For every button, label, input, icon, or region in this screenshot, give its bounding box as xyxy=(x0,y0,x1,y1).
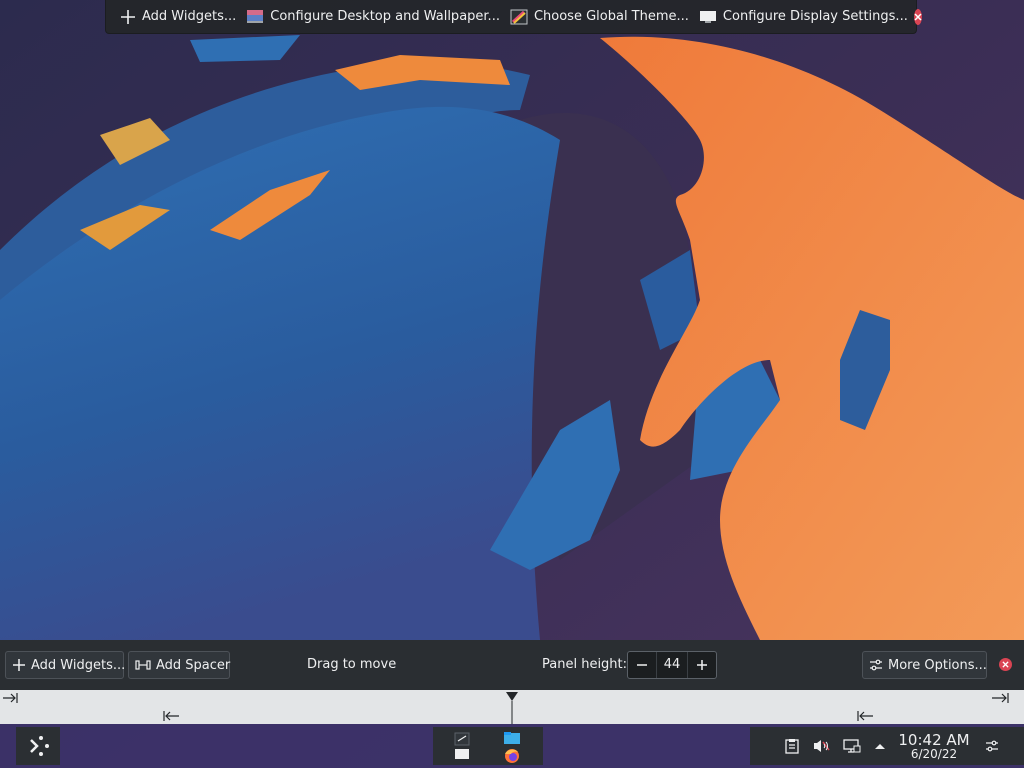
panel-height-label: Panel height: xyxy=(542,657,628,672)
minus-icon xyxy=(637,664,647,666)
system-tray xyxy=(750,727,1024,765)
panel-settings-icon[interactable] xyxy=(985,739,999,753)
clipboard-icon[interactable] xyxy=(784,738,800,754)
window-switcher-icon[interactable] xyxy=(453,731,471,761)
task-manager xyxy=(433,727,543,765)
close-panel-config-button[interactable] xyxy=(999,658,1012,671)
add-widgets-label: Add Widgets... xyxy=(142,9,237,24)
choose-global-theme-button[interactable]: Choose Global Theme... xyxy=(506,4,695,30)
global-theme-icon xyxy=(510,9,528,24)
kickoff-icon xyxy=(30,736,49,756)
more-options-label: More Options... xyxy=(888,657,987,673)
tray-expand-icon[interactable] xyxy=(874,742,886,750)
increase-height-button[interactable] xyxy=(688,652,716,678)
network-icon[interactable] xyxy=(843,738,861,754)
taskbar-panel xyxy=(0,724,1024,768)
plus-icon xyxy=(697,660,707,670)
panel-add-widgets-button[interactable]: Add Widgets... xyxy=(5,651,126,679)
panel-height-input[interactable]: 44 xyxy=(656,652,688,678)
left-min-length-handle[interactable] xyxy=(2,692,18,704)
dolphin-icon[interactable] xyxy=(503,731,521,745)
desktop-edit-toolbar: Add Widgets... Configure Desktop and Wal… xyxy=(105,0,922,34)
desktop-wallpaper-icon xyxy=(247,9,264,23)
panel-ruler xyxy=(0,690,1024,725)
desktop[interactable]: Add Widgets... Configure Desktop and Wal… xyxy=(0,0,1024,768)
volume-muted-icon[interactable] xyxy=(812,738,830,754)
add-spacer-label: Add Spacer xyxy=(156,657,231,673)
spacer-icon xyxy=(135,660,151,670)
close-edit-mode-button[interactable] xyxy=(913,8,922,25)
configure-display-settings-button[interactable]: Configure Display Settings... xyxy=(695,4,914,30)
application-launcher-button[interactable] xyxy=(16,727,60,765)
panel-config-bar: Add Widgets... Add Spacer Drag to move P… xyxy=(0,640,1024,690)
close-icon xyxy=(1002,661,1009,668)
plus-icon xyxy=(121,9,135,24)
right-min-length-handle[interactable] xyxy=(991,692,1009,704)
panel-offset-handle[interactable] xyxy=(504,691,520,725)
global-theme-label: Choose Global Theme... xyxy=(533,9,689,24)
left-max-length-handle[interactable] xyxy=(163,710,180,722)
panel-height-spinbox[interactable]: 44 xyxy=(627,651,717,679)
plus-icon xyxy=(13,659,25,671)
drag-to-move-label[interactable]: Drag to move xyxy=(307,657,396,672)
configure-desktop-button[interactable]: Configure Desktop and Wallpaper... xyxy=(242,4,506,30)
add-widgets-button[interactable]: Add Widgets... xyxy=(116,4,242,30)
decrease-height-button[interactable] xyxy=(628,652,656,678)
clock-date[interactable]: 6/20/22 xyxy=(897,747,971,761)
display-settings-icon xyxy=(699,10,716,23)
close-icon xyxy=(914,12,922,21)
more-options-icon xyxy=(870,659,882,671)
display-settings-label: Configure Display Settings... xyxy=(722,9,908,24)
add-spacer-button[interactable]: Add Spacer xyxy=(128,651,230,679)
right-max-length-handle[interactable] xyxy=(857,710,874,722)
panel-add-widgets-label: Add Widgets... xyxy=(31,657,126,673)
configure-desktop-label: Configure Desktop and Wallpaper... xyxy=(270,9,500,24)
firefox-icon[interactable] xyxy=(503,748,521,764)
more-options-button[interactable]: More Options... xyxy=(862,651,987,679)
